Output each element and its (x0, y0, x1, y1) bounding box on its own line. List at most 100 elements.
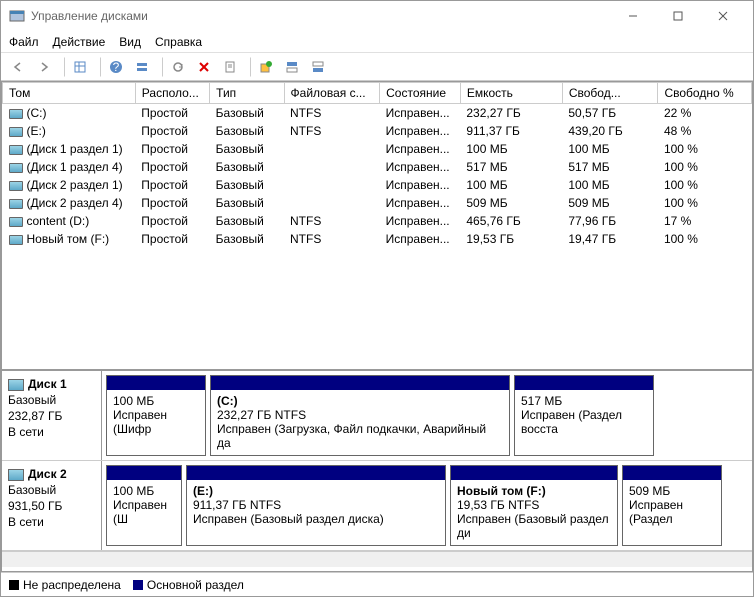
table-row[interactable]: (Диск 1 раздел 4)ПростойБазовыйИсправен.… (3, 158, 752, 176)
volume-name: (Диск 2 раздел 4) (27, 196, 123, 210)
cell-free: 77,96 ГБ (562, 212, 658, 230)
cell-state: Исправен... (380, 158, 461, 176)
menubar: Файл Действие Вид Справка (1, 31, 753, 53)
disk-type: Базовый (8, 483, 95, 497)
volume-name: (Диск 1 раздел 4) (27, 160, 123, 174)
table-row[interactable]: (C:)ПростойБазовыйNTFSИсправен...232,27 … (3, 104, 752, 123)
col-capacity[interactable]: Емкость (460, 83, 562, 104)
menu-view[interactable]: Вид (119, 35, 141, 49)
col-volume[interactable]: Том (3, 83, 136, 104)
cell-type: Базовый (210, 230, 284, 248)
app-icon (9, 8, 25, 24)
view-list-icon[interactable] (69, 56, 91, 78)
cell-layout: Простой (135, 122, 209, 140)
svg-text:?: ? (113, 60, 120, 74)
separator (95, 57, 101, 77)
cell-freepct: 100 % (658, 230, 752, 248)
cell-type: Базовый (210, 194, 284, 212)
forward-button[interactable] (33, 56, 55, 78)
cell-type: Базовый (210, 176, 284, 194)
new-volume-icon[interactable] (255, 56, 277, 78)
table-row[interactable]: (Диск 2 раздел 1)ПростойБазовыйИсправен.… (3, 176, 752, 194)
separator (59, 57, 65, 77)
cell-capacity: 911,37 ГБ (460, 122, 562, 140)
partition-title: (E:) (193, 484, 213, 498)
partition[interactable]: 100 МБИсправен (Шифр (106, 375, 206, 456)
volume-list-pane[interactable]: Том Располо... Тип Файловая с... Состоян… (2, 82, 752, 371)
table-header-row: Том Располо... Тип Файловая с... Состоян… (3, 83, 752, 104)
disk-header[interactable]: Диск 2Базовый931,50 ГБВ сети (2, 461, 102, 550)
cell-fs: NTFS (284, 212, 380, 230)
refresh-icon[interactable] (167, 56, 189, 78)
cell-free: 517 МБ (562, 158, 658, 176)
volume-name: (Диск 1 раздел 1) (27, 142, 123, 156)
disk-header[interactable]: Диск 1Базовый232,87 ГБВ сети (2, 371, 102, 460)
cell-state: Исправен... (380, 140, 461, 158)
disk-icon (8, 379, 24, 391)
table-row[interactable]: content (D:)ПростойБазовыйNTFSИсправен..… (3, 212, 752, 230)
col-type[interactable]: Тип (210, 83, 284, 104)
delete-icon[interactable] (193, 56, 215, 78)
volume-table: Том Располо... Тип Файловая с... Состоян… (2, 82, 752, 248)
table-row[interactable]: Новый том (F:)ПростойБазовыйNTFSИсправен… (3, 230, 752, 248)
cell-layout: Простой (135, 194, 209, 212)
close-button[interactable] (700, 2, 745, 30)
properties-icon[interactable] (219, 56, 241, 78)
cell-fs (284, 194, 380, 212)
partition-state: Исправен (Раздел восста (521, 408, 622, 436)
partition-state: Исправен (Базовый раздел диска) (193, 512, 384, 526)
cell-fs: NTFS (284, 230, 380, 248)
disk-name: Диск 2 (28, 467, 67, 481)
col-free[interactable]: Свобод... (562, 83, 658, 104)
partition-size: 509 МБ (629, 484, 670, 498)
partition-state: Исправен (Шифр (113, 408, 167, 436)
view-graphical-icon[interactable] (131, 56, 153, 78)
partition[interactable]: (E:)911,37 ГБ NTFSИсправен (Базовый разд… (186, 465, 446, 546)
col-state[interactable]: Состояние (380, 83, 461, 104)
disk-size: 232,87 ГБ (8, 409, 95, 423)
cell-layout: Простой (135, 104, 209, 123)
partition[interactable]: 100 МБИсправен (Ш (106, 465, 182, 546)
cell-freepct: 17 % (658, 212, 752, 230)
help-icon[interactable]: ? (105, 56, 127, 78)
menu-file[interactable]: Файл (9, 35, 39, 49)
cell-freepct: 100 % (658, 194, 752, 212)
partition-stripe (107, 376, 205, 390)
partition[interactable]: 509 МБИсправен (Раздел (622, 465, 722, 546)
back-button[interactable] (7, 56, 29, 78)
table-row[interactable]: (E:)ПростойБазовыйNTFSИсправен...911,37 … (3, 122, 752, 140)
scrollbar-track[interactable] (2, 551, 752, 567)
view-top-icon[interactable] (281, 56, 303, 78)
cell-fs: NTFS (284, 104, 380, 123)
partition-stripe (187, 466, 445, 480)
view-bottom-icon[interactable] (307, 56, 329, 78)
partition[interactable]: (C:)232,27 ГБ NTFSИсправен (Загрузка, Фа… (210, 375, 510, 456)
partition-state: Исправен (Базовый раздел ди (457, 512, 609, 540)
cell-capacity: 100 МБ (460, 176, 562, 194)
cell-free: 19,47 ГБ (562, 230, 658, 248)
menu-action[interactable]: Действие (53, 35, 106, 49)
disk-graphical-pane[interactable]: Диск 1Базовый232,87 ГБВ сети100 МБИсправ… (2, 371, 752, 571)
minimize-button[interactable] (610, 2, 655, 30)
partition-size: 100 МБ (113, 394, 154, 408)
cell-capacity: 509 МБ (460, 194, 562, 212)
cell-fs (284, 158, 380, 176)
cell-free: 50,57 ГБ (562, 104, 658, 123)
table-row[interactable]: (Диск 1 раздел 1)ПростойБазовыйИсправен.… (3, 140, 752, 158)
cell-capacity: 19,53 ГБ (460, 230, 562, 248)
cell-capacity: 517 МБ (460, 158, 562, 176)
cell-free: 100 МБ (562, 140, 658, 158)
col-freepct[interactable]: Свободно % (658, 83, 752, 104)
statusbar: Не распределена Основной раздел (1, 572, 753, 596)
col-fs[interactable]: Файловая с... (284, 83, 380, 104)
maximize-button[interactable] (655, 2, 700, 30)
partition-title: Новый том (F:) (457, 484, 546, 498)
col-layout[interactable]: Располо... (135, 83, 209, 104)
cell-freepct: 100 % (658, 140, 752, 158)
menu-help[interactable]: Справка (155, 35, 202, 49)
partition[interactable]: 517 МБИсправен (Раздел восста (514, 375, 654, 456)
cell-state: Исправен... (380, 212, 461, 230)
cell-fs (284, 140, 380, 158)
partition[interactable]: Новый том (F:)19,53 ГБ NTFSИсправен (Баз… (450, 465, 618, 546)
table-row[interactable]: (Диск 2 раздел 4)ПростойБазовыйИсправен.… (3, 194, 752, 212)
